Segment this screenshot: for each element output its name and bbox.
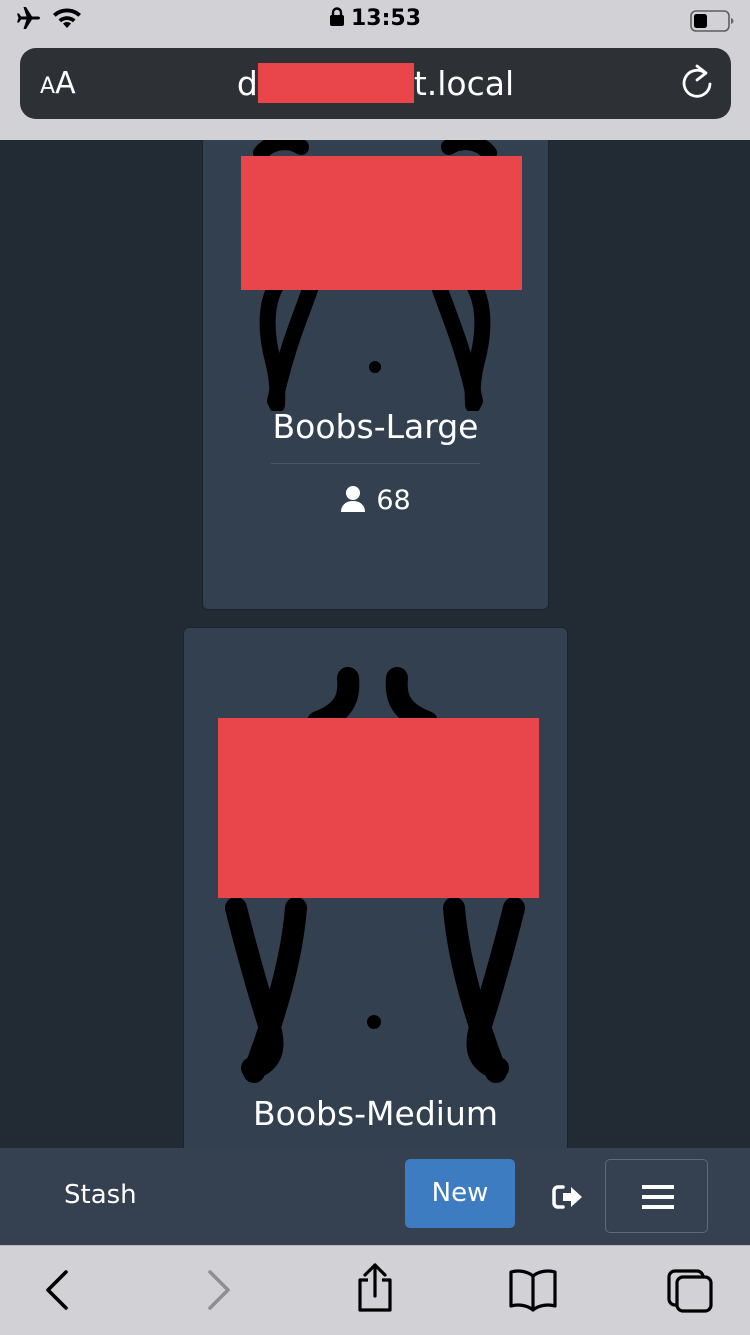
sign-out-icon[interactable] (552, 1184, 584, 1210)
url-redaction (257, 62, 414, 103)
hamburger-menu-button[interactable] (605, 1159, 708, 1233)
browser-address-area: AA d t.local (0, 40, 750, 140)
performer-count-value: 68 (376, 485, 411, 516)
card-divider (271, 463, 480, 464)
status-bar: 13:53 (0, 0, 750, 40)
tag-list: Boobs-Large 68 Boobs-Medium (0, 140, 750, 1148)
performer-count[interactable]: 68 (203, 485, 548, 516)
address-bar[interactable]: AA d t.local (20, 48, 731, 119)
battery-icon (690, 10, 734, 32)
share-icon[interactable] (354, 1262, 396, 1314)
lock-icon (329, 7, 344, 26)
tag-image[interactable] (203, 140, 548, 411)
brand-link[interactable]: Stash (64, 1180, 137, 1210)
clock-text: 13:53 (350, 6, 422, 31)
new-button[interactable]: New (405, 1159, 515, 1228)
forward-icon[interactable] (204, 1268, 232, 1312)
user-icon (341, 486, 366, 512)
tag-name[interactable]: Boobs-Medium (184, 1094, 567, 1133)
tag-card[interactable]: Boobs-Large 68 (202, 140, 549, 610)
app-navbar: Stash New (0, 1148, 750, 1245)
clock: 13:53 (0, 6, 750, 31)
bookmarks-icon[interactable] (508, 1268, 558, 1312)
reload-icon[interactable] (679, 64, 715, 102)
tag-card[interactable]: Boobs-Medium (183, 627, 568, 1148)
tag-name[interactable]: Boobs-Large (203, 407, 548, 446)
tag-image[interactable] (184, 628, 567, 1088)
browser-toolbar (0, 1245, 750, 1335)
url-text[interactable]: d t.local (20, 62, 731, 103)
tabs-icon[interactable] (666, 1268, 714, 1314)
back-icon[interactable] (44, 1268, 72, 1312)
url-suffix: t.local (413, 64, 515, 103)
url-prefix: d (236, 64, 258, 103)
hamburger-menu-icon (642, 1185, 674, 1209)
